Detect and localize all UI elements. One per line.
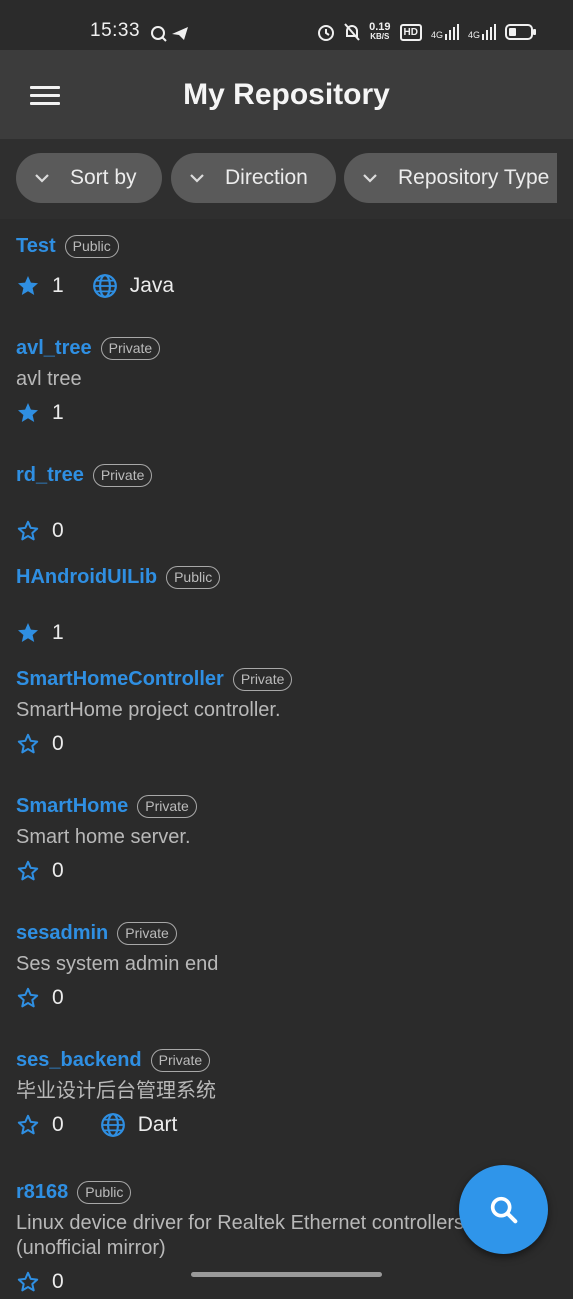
- language-label: Java: [129, 274, 175, 297]
- visibility-badge: Private: [232, 667, 293, 691]
- repository-type-label: Repository Type: [398, 166, 550, 189]
- notification-icons: [151, 26, 188, 42]
- repo-name[interactable]: HAndroidUILib: [16, 566, 157, 589]
- repository-type-chip[interactable]: Repository Type: [344, 153, 557, 203]
- status-time: 15:33: [90, 20, 141, 41]
- repo-name[interactable]: ses_backend: [16, 1049, 142, 1072]
- repo-name[interactable]: SmartHomeController: [16, 668, 224, 691]
- visibility-badge: Private: [100, 336, 161, 360]
- repo-name[interactable]: sesadmin: [16, 922, 108, 945]
- alarm-icon: [318, 25, 335, 41]
- hd-badge: HD: [399, 23, 422, 41]
- net-speed-unit: KB/S: [370, 32, 390, 41]
- star-count: 0: [52, 732, 64, 755]
- net-speed: 0.19 KB/S: [369, 22, 390, 42]
- repo-description: avl tree: [16, 368, 82, 390]
- signal-1-bars-icon: [444, 24, 459, 40]
- signal-2: 4G: [468, 24, 496, 40]
- status-icons: 0.19 KB/S HD 4G 4G: [317, 22, 537, 42]
- sort-by-label: Sort by: [70, 166, 137, 189]
- star-count: 1: [52, 401, 64, 424]
- globe-icon: [92, 274, 117, 298]
- visibility-badge: Private: [137, 794, 197, 818]
- visibility-badge: Private: [117, 921, 177, 945]
- star-count: 0: [52, 1113, 64, 1136]
- repo-description: 毕业设计后台管理系统: [16, 1080, 216, 1102]
- repo-item[interactable]: SmartHome Private Smart home server. 0: [16, 791, 557, 888]
- repo-description: SmartHome project controller.: [16, 699, 281, 721]
- visibility-badge: Public: [166, 565, 221, 589]
- visibility-badge: Private: [92, 463, 153, 487]
- search-button[interactable]: [459, 1165, 548, 1254]
- repo-item[interactable]: SmartHomeController Private SmartHome pro…: [16, 664, 557, 761]
- repo-name[interactable]: Test: [16, 235, 56, 258]
- direction-label: Direction: [225, 166, 308, 189]
- repo-name[interactable]: rd_tree: [16, 464, 84, 487]
- repo-description: Linux device driver for Realtek Ethernet…: [16, 1212, 464, 1259]
- star-count: 0: [52, 986, 64, 1009]
- chevron-down-icon: [363, 174, 377, 183]
- repo-name[interactable]: avl_tree: [16, 337, 92, 360]
- repo-name[interactable]: r8168: [16, 1181, 68, 1204]
- star-count: 1: [52, 621, 64, 644]
- star-count: 0: [52, 1270, 64, 1293]
- star-count: 0: [52, 859, 64, 882]
- sort-by-chip[interactable]: Sort by: [16, 153, 162, 203]
- repo-item[interactable]: rd_tree Private 0: [16, 460, 557, 548]
- repo-item[interactable]: avl_tree Private avl tree 1: [16, 333, 557, 430]
- app-bar: My Repository: [0, 50, 573, 139]
- star-outline-icon: [17, 733, 39, 754]
- home-indicator[interactable]: [191, 1272, 382, 1277]
- star-outline-icon: [17, 987, 39, 1008]
- signal-2-bars-icon: [482, 24, 496, 40]
- repo-item[interactable]: sesadmin Private Ses system admin end 0: [16, 918, 557, 1015]
- battery-icon: [505, 24, 536, 40]
- star-filled-icon: [18, 623, 38, 642]
- star-count: 1: [52, 274, 64, 297]
- status-bar: 15:33 0.19 KB/S HD 4G 4G: [0, 0, 573, 50]
- repo-item[interactable]: HAndroidUILib Public 1: [16, 562, 557, 650]
- repo-item[interactable]: ses_backend Private 毕业设计后台管理系统 0 Dart: [16, 1045, 557, 1142]
- star-outline-icon: [17, 1114, 39, 1135]
- filter-bar: Sort by Direction Repository Type: [0, 139, 573, 219]
- visibility-badge: Private: [150, 1048, 211, 1072]
- language: Java: [92, 273, 174, 299]
- language-label: Dart: [137, 1113, 178, 1136]
- visibility-badge: Public: [64, 234, 119, 258]
- repo-description: Smart home server.: [16, 826, 191, 848]
- star-outline-icon: [17, 520, 39, 541]
- signal-1: 4G: [431, 24, 459, 40]
- chevron-down-icon: [190, 174, 204, 183]
- repo-name[interactable]: SmartHome: [16, 795, 128, 818]
- globe-icon: [100, 1113, 125, 1137]
- repo-description: Ses system admin end: [16, 953, 219, 975]
- star-count: 0: [52, 519, 64, 542]
- direction-chip[interactable]: Direction: [171, 153, 336, 203]
- chevron-down-icon: [35, 174, 49, 183]
- net-speed-value: 0.19: [369, 21, 391, 33]
- page-title: My Repository: [183, 78, 390, 111]
- search-icon: [490, 1196, 517, 1223]
- star-outline-icon: [17, 860, 39, 881]
- star-outline-icon: [17, 1271, 39, 1292]
- visibility-badge: Public: [77, 1180, 132, 1204]
- mute-icon: [344, 23, 360, 41]
- star-filled-icon: [18, 276, 38, 295]
- language: Dart: [100, 1112, 178, 1138]
- star-filled-icon: [18, 403, 38, 422]
- repo-item[interactable]: Test Public 1 Java: [16, 231, 557, 303]
